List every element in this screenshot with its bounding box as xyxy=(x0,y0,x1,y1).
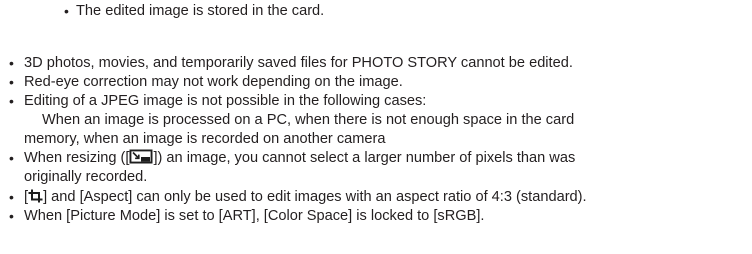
note-jpeg-editing: Editing of a JPEG image is not possible … xyxy=(24,93,427,109)
bullet-marker: • xyxy=(9,55,14,71)
note-jpeg-cases-1: When an image is processed on a PC, when… xyxy=(42,112,575,128)
note-resize-cont: originally recorded. xyxy=(24,169,148,185)
trim-icon xyxy=(28,189,43,203)
note-jpeg-cases-2: memory, when an image is recorded on ano… xyxy=(24,131,386,147)
note-trim-aspect: [ ] and [Aspect] can only be used to edi… xyxy=(24,188,587,206)
top-note: The edited image is stored in the card. xyxy=(76,3,325,19)
note-red-eye: Red-eye correction may not work dependin… xyxy=(24,74,403,90)
note-resize-prefix: When resizing ([ xyxy=(24,150,130,166)
bullet-marker: • xyxy=(9,74,14,90)
bullet-marker: • xyxy=(9,150,14,166)
note-resize: When resizing ([ ]) an image, you cannot… xyxy=(24,149,575,167)
resize-icon xyxy=(129,149,153,164)
bullet-marker: • xyxy=(9,189,14,205)
note-resize-suffix: ]) an image, you cannot select a larger … xyxy=(153,150,576,166)
note-trim-suffix: ] and [Aspect] can only be used to edit … xyxy=(43,189,587,205)
note-3d-photos: 3D photos, movies, and temporarily saved… xyxy=(24,55,573,71)
bullet-marker: • xyxy=(64,3,69,19)
note-art-color-space: When [Picture Mode] is set to [ART], [Co… xyxy=(24,208,485,224)
bullet-marker: • xyxy=(9,208,14,224)
bullet-marker: • xyxy=(9,93,14,109)
